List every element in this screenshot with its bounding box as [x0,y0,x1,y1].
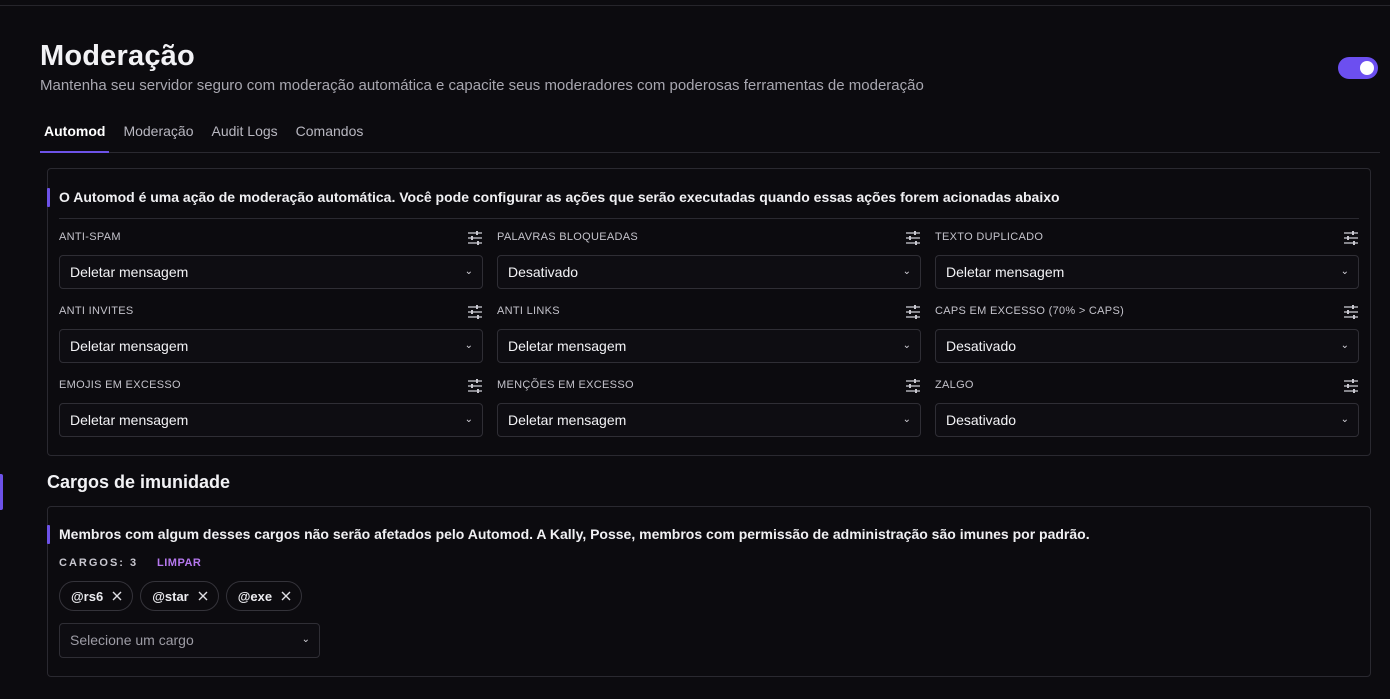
rule-zalgo: ZALGO Desativado ⌄ [935,375,1359,437]
chevron-down-icon: ⌄ [1340,340,1349,351]
top-divider [0,5,1390,6]
rule-label: MENÇÕES EM EXCESSO [497,379,634,391]
page-title: Moderação [40,40,195,72]
rule-label: CAPS EM EXCESSO (70% > CAPS) [935,305,1125,317]
rule-label: PALAVRAS BLOQUEADAS [497,231,639,243]
rule-action-select[interactable]: Deletar mensagem ⌄ [59,329,483,363]
chevron-down-icon: ⌄ [1340,266,1349,277]
chevron-down-icon: ⌄ [902,340,911,351]
rule-label: ANTI INVITES [59,305,134,317]
automod-info: O Automod é uma ação de moderação automá… [47,188,1370,207]
rule-label: ANTI LINKS [497,305,560,317]
tab-comandos[interactable]: Comandos [292,116,368,153]
rule-action-select[interactable]: Deletar mensagem ⌄ [497,329,921,363]
chevron-down-icon: ⌄ [464,340,473,351]
rule-action-select[interactable]: Deletar mensagem ⌄ [59,255,483,289]
close-icon[interactable] [281,591,291,601]
chevron-down-icon: ⌄ [464,414,473,425]
tab-moderacao[interactable]: Moderação [119,116,197,153]
role-chips: @rs6 @star @exe [59,581,309,611]
sliders-icon[interactable] [467,231,483,245]
rule-anti-spam: ANTI-SPAM Deletar mensagem ⌄ [59,227,483,289]
select-value: Deletar mensagem [70,412,189,428]
clear-roles-button[interactable]: LIMPAR [157,557,201,569]
rule-palavras-bloqueadas: PALAVRAS BLOQUEADAS Desativado ⌄ [497,227,921,289]
sliders-icon[interactable] [467,379,483,393]
select-value: Deletar mensagem [70,264,189,280]
select-value: Desativado [946,338,1017,354]
rule-mencoes-em-excesso: MENÇÕES EM EXCESSO Deletar mensagem ⌄ [497,375,921,437]
chevron-down-icon: ⌄ [1340,414,1349,425]
rule-label: EMOJIS EM EXCESSO [59,379,181,391]
sidebar-active-indicator [0,474,3,510]
rule-action-select[interactable]: Deletar mensagem ⌄ [935,255,1359,289]
close-icon[interactable] [112,591,122,601]
close-icon[interactable] [198,591,208,601]
rule-emojis-em-excesso: EMOJIS EM EXCESSO Deletar mensagem ⌄ [59,375,483,437]
tab-automod[interactable]: Automod [40,116,110,153]
tab-bar: Automod Moderação Audit Logs Comandos [40,116,1380,153]
sliders-icon[interactable] [1343,231,1359,245]
rule-caps-em-excesso: CAPS EM EXCESSO (70% > CAPS) Desativado ⌄ [935,301,1359,363]
immunity-section-title: Cargos de imunidade [47,472,231,492]
rule-texto-duplicado: TEXTO DUPLICADO Deletar mensagem ⌄ [935,227,1359,289]
module-enabled-toggle[interactable] [1338,57,1378,79]
sliders-icon[interactable] [905,305,921,319]
sliders-icon[interactable] [467,305,483,319]
role-chip: @exe [225,581,303,611]
select-value: Deletar mensagem [70,338,189,354]
sliders-icon[interactable] [1343,305,1359,319]
immunity-info: Membros com algum desses cargos não serã… [47,525,1370,544]
select-value: Desativado [508,264,579,280]
role-count: CARGOS: 3 [59,557,139,569]
role-chip-label: @rs6 [71,588,104,604]
rule-action-select[interactable]: Desativado ⌄ [935,329,1359,363]
rule-action-select[interactable]: Deletar mensagem ⌄ [59,403,483,437]
chevron-down-icon: ⌄ [902,266,911,277]
page-subtitle: Mantenha seu servidor seguro com moderaç… [40,77,924,94]
rule-anti-invites: ANTI INVITES Deletar mensagem ⌄ [59,301,483,363]
role-chip: @star [140,581,219,611]
divider [59,218,1359,219]
chevron-down-icon: ⌄ [902,414,911,425]
role-chip-label: @star [152,588,189,604]
toggle-knob [1360,61,1374,75]
sliders-icon[interactable] [1343,379,1359,393]
tab-audit-logs[interactable]: Audit Logs [207,116,281,153]
select-value: Desativado [946,412,1017,428]
immunity-panel: Membros com algum desses cargos não serã… [47,506,1371,677]
sliders-icon[interactable] [905,379,921,393]
chevron-down-icon: ⌄ [464,266,473,277]
rule-action-select[interactable]: Desativado ⌄ [935,403,1359,437]
rule-label: TEXTO DUPLICADO [935,231,1044,243]
rule-label: ANTI-SPAM [59,231,121,243]
role-select[interactable]: Selecione um cargo ⌄ [59,623,320,658]
role-chip: @rs6 [59,581,134,611]
page-header: Moderação Mantenha seu servidor seguro c… [40,40,1380,94]
rule-label: ZALGO [935,379,974,391]
rule-action-select[interactable]: Desativado ⌄ [497,255,921,289]
select-value: Deletar mensagem [508,412,627,428]
rule-action-select[interactable]: Deletar mensagem ⌄ [497,403,921,437]
automod-panel: O Automod é uma ação de moderação automá… [47,168,1371,456]
select-value: Deletar mensagem [508,338,627,354]
select-value: Deletar mensagem [946,264,1065,280]
role-chip-label: @exe [237,588,273,604]
role-select-placeholder: Selecione um cargo [70,632,194,648]
sliders-icon[interactable] [905,231,921,245]
rule-anti-links: ANTI LINKS Deletar mensagem ⌄ [497,301,921,363]
chevron-down-icon: ⌄ [301,634,310,645]
